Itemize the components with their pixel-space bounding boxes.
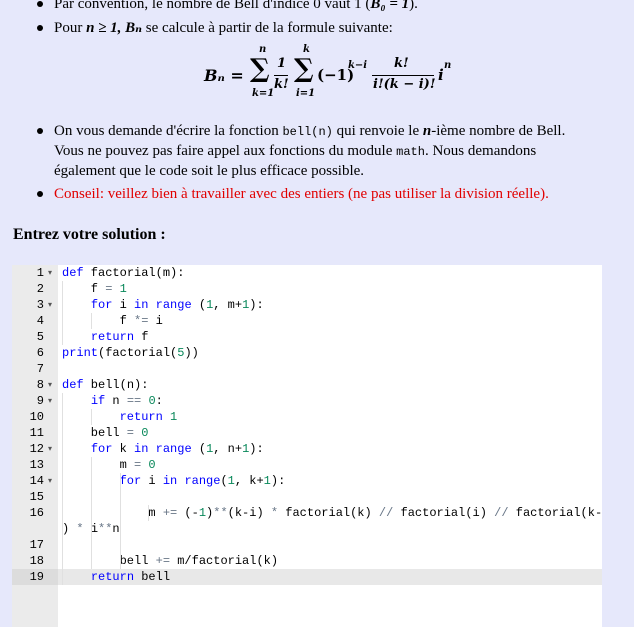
code-line[interactable]: print(factorial(5)) — [62, 345, 199, 361]
code-line[interactable]: bell = 0 — [62, 425, 149, 441]
fraction-bar — [372, 75, 434, 76]
fold-toggle-icon[interactable]: ▾ — [48, 473, 52, 489]
code-editor[interactable]: 1 ▾ def factorial(m): 2 f = 1 3 ▾ for i in ra… — [12, 265, 602, 627]
fold-toggle-icon[interactable]: ▾ — [48, 265, 52, 281]
line-number: 17 — [29, 538, 44, 552]
indent-guide — [119, 473, 121, 569]
fold-toggle-icon[interactable]: ▾ — [48, 441, 52, 457]
line-number: 5 — [36, 330, 44, 344]
line-number: 3 — [36, 298, 44, 312]
code-line[interactable]: f *= i — [62, 313, 163, 329]
line-number: 10 — [29, 410, 44, 424]
line-number: 7 — [36, 362, 44, 376]
code-line[interactable]: return bell — [62, 569, 170, 585]
line-number: 15 — [29, 490, 44, 504]
line-number: 6 — [36, 346, 44, 360]
solution-heading: Entrez votre solution : — [13, 226, 166, 243]
line-number: 19 — [29, 570, 44, 584]
code-line[interactable]: return 1 — [62, 409, 178, 425]
line-number: 16 — [29, 506, 44, 520]
indent-guide — [148, 505, 150, 521]
line-number: 11 — [29, 426, 44, 440]
indent-guide — [62, 393, 63, 585]
bullet-dot — [37, 1, 43, 7]
bullet-dot — [37, 25, 43, 31]
code-line[interactable]: return f — [62, 329, 149, 345]
line-number: 12 — [29, 442, 44, 456]
code-line[interactable]: for k in range (1, n+1): — [62, 441, 264, 457]
code-line[interactable]: m += (-1)**(k-i) * factorial(k) // facto… — [62, 505, 602, 521]
line-number: 9 — [36, 394, 44, 408]
line-number: 18 — [29, 554, 44, 568]
line-number: 1 — [36, 266, 44, 280]
line-number: 2 — [36, 282, 44, 296]
code-line[interactable]: for i in range (1, m+1): — [62, 297, 264, 313]
code-line[interactable]: m = 0 — [62, 457, 156, 473]
fold-toggle-icon[interactable]: ▾ — [48, 297, 52, 313]
line-number: 13 — [29, 458, 44, 472]
sum-symbol: ∑ — [250, 54, 270, 84]
code-line[interactable]: for i in range(1, k+1): — [62, 473, 286, 489]
indent-guide — [90, 313, 92, 329]
line-number: 8 — [36, 378, 44, 392]
sum-symbol: ∑ — [294, 54, 314, 84]
bullet-dot — [37, 128, 43, 134]
fraction-bar — [274, 75, 288, 76]
indent-guide — [62, 281, 63, 345]
indent-guide — [90, 457, 92, 569]
code-line[interactable]: bell += m/factorial(k) — [62, 553, 278, 569]
fold-toggle-icon[interactable]: ▾ — [48, 377, 52, 393]
line-number: 4 — [36, 314, 44, 328]
code-line[interactable]: def bell(n): — [62, 377, 148, 393]
bell-formula: Bₙ = ∑ n k=1 1 k! ∑ k i=1 (−1) k−i k! i!… — [204, 44, 452, 99]
code-line[interactable]: def factorial(m): — [62, 265, 184, 281]
indent-guide — [90, 409, 92, 425]
bullet-dot — [37, 191, 43, 197]
fold-toggle-icon[interactable]: ▾ — [48, 393, 52, 409]
code-line[interactable]: if n == 0: — [62, 393, 163, 409]
code-line[interactable]: f = 1 — [62, 281, 127, 297]
line-number: 14 — [29, 474, 44, 488]
